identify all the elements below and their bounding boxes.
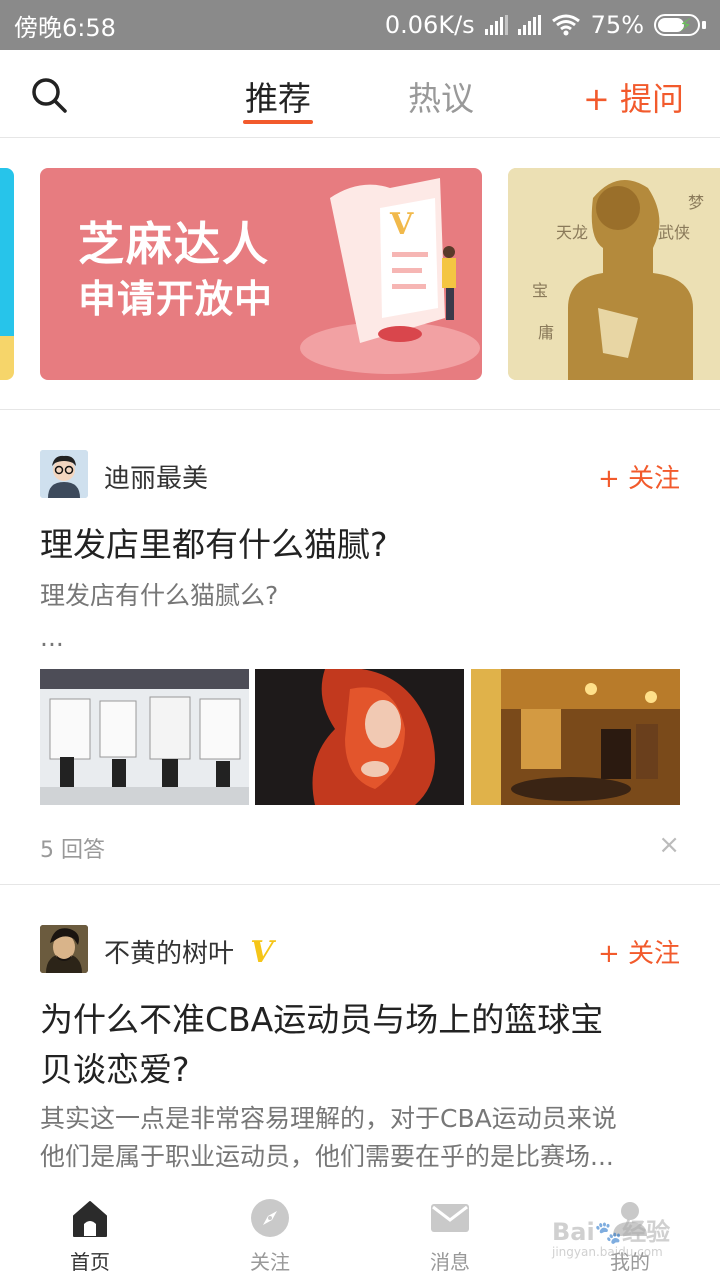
active-tab-indicator: [243, 120, 313, 124]
network-speed: 0.06K/s: [384, 11, 475, 39]
nav-messages[interactable]: 消息: [360, 1190, 540, 1280]
cell-signal-2-icon: [517, 15, 541, 35]
question-title-line2[interactable]: 贝谈恋爱?: [40, 1045, 680, 1095]
thumbnail-salon-gold[interactable]: [470, 669, 680, 805]
question-summary-line2[interactable]: 他们是属于职业运动员，他们需要在乎的是比赛场...: [40, 1135, 680, 1179]
username-text: 不黄的树叶: [104, 939, 235, 969]
nav-follow-label: 关注: [250, 1250, 290, 1274]
home-icon: [73, 1201, 107, 1237]
banner-subtitle: 申请开放中: [78, 277, 274, 321]
tab-recommend-label: 推荐: [245, 79, 311, 118]
username[interactable]: 迪丽最美: [104, 458, 208, 495]
search-icon[interactable]: [30, 76, 68, 114]
avatar[interactable]: [40, 925, 88, 973]
bottom-nav: 首页 关注 消息 我的: [0, 1190, 720, 1280]
nav-home-label: 首页: [70, 1250, 110, 1274]
wifi-icon: [551, 14, 580, 36]
cell-signal-icon: [484, 15, 508, 35]
question-summary-ellipsis: ...: [40, 623, 64, 652]
battery-percent: 75%: [590, 11, 644, 39]
avatar[interactable]: [40, 450, 88, 498]
tab-hot[interactable]: 热议: [408, 72, 474, 120]
banner-zhima-expert[interactable]: V 芝麻达人 申请开放中: [40, 168, 482, 380]
avatar-comic-man-icon: [40, 925, 88, 973]
nav-home[interactable]: 首页: [0, 1190, 180, 1280]
thumbnail-salon-interior[interactable]: [40, 669, 249, 805]
status-bar: 傍晚6:58 0.06K/s 75% ⚡: [0, 0, 720, 50]
feed-card[interactable]: 迪丽最美 + 关注 理发店里都有什么猫腻? 理发店有什么猫腻么? ... 5 回…: [0, 410, 720, 884]
follow-button[interactable]: + 关注: [598, 933, 680, 970]
tab-hot-label: 热议: [408, 79, 474, 118]
banner-carousel[interactable]: V 芝麻达人 申请开放中 天龙 宝 庸 武侠 梦: [0, 168, 720, 380]
svg-text:天龙: 天龙: [556, 223, 588, 242]
thumbnail-row: [40, 669, 680, 805]
thumbnail-red-hair-model[interactable]: [255, 669, 465, 805]
nav-profile[interactable]: 我的: [540, 1190, 720, 1280]
svg-text:宝: 宝: [532, 281, 548, 300]
banner-wuxia-image: 天龙 宝 庸 武侠 梦: [508, 168, 720, 380]
question-summary[interactable]: 理发店有什么猫腻么?: [40, 574, 680, 618]
nav-follow[interactable]: 关注: [180, 1190, 360, 1280]
compass-icon: [251, 1199, 289, 1237]
user-icon: [613, 1202, 647, 1236]
battery-icon: ⚡: [654, 14, 700, 36]
svg-text:V: V: [389, 207, 414, 242]
verified-v-icon: V: [250, 935, 274, 970]
question-title[interactable]: 理发店里都有什么猫腻?: [40, 520, 680, 570]
follow-button[interactable]: + 关注: [598, 458, 680, 495]
mail-icon: [431, 1204, 469, 1232]
question-title-line1[interactable]: 为什么不准CBA运动员与场上的篮球宝: [40, 995, 680, 1045]
status-time: 傍晚6:58: [14, 13, 116, 42]
feed-card[interactable]: 不黄的树叶 V + 关注 为什么不准CBA运动员与场上的篮球宝 贝谈恋爱? 其实…: [0, 885, 720, 1190]
banner-illustration: V: [300, 178, 480, 374]
ask-question-button[interactable]: + 提问: [583, 74, 684, 120]
nav-messages-label: 消息: [430, 1250, 470, 1274]
avatar-man-glasses-icon: [40, 450, 88, 498]
svg-text:武侠: 武侠: [658, 223, 690, 242]
top-nav: 推荐 热议 + 提问: [0, 50, 720, 138]
banner-next-wuxia[interactable]: 天龙 宝 庸 武侠 梦: [508, 168, 720, 380]
nav-profile-label: 我的: [610, 1250, 650, 1274]
banner-title: 芝麻达人: [78, 217, 270, 271]
svg-text:梦: 梦: [688, 193, 704, 212]
username[interactable]: 不黄的树叶 V: [104, 933, 274, 970]
answer-count[interactable]: 5 回答: [40, 832, 105, 864]
tab-recommend[interactable]: 推荐: [243, 72, 313, 124]
banner-prev-edge[interactable]: [0, 168, 14, 380]
dismiss-close-icon[interactable]: ×: [658, 830, 680, 860]
svg-text:庸: 庸: [538, 323, 554, 342]
